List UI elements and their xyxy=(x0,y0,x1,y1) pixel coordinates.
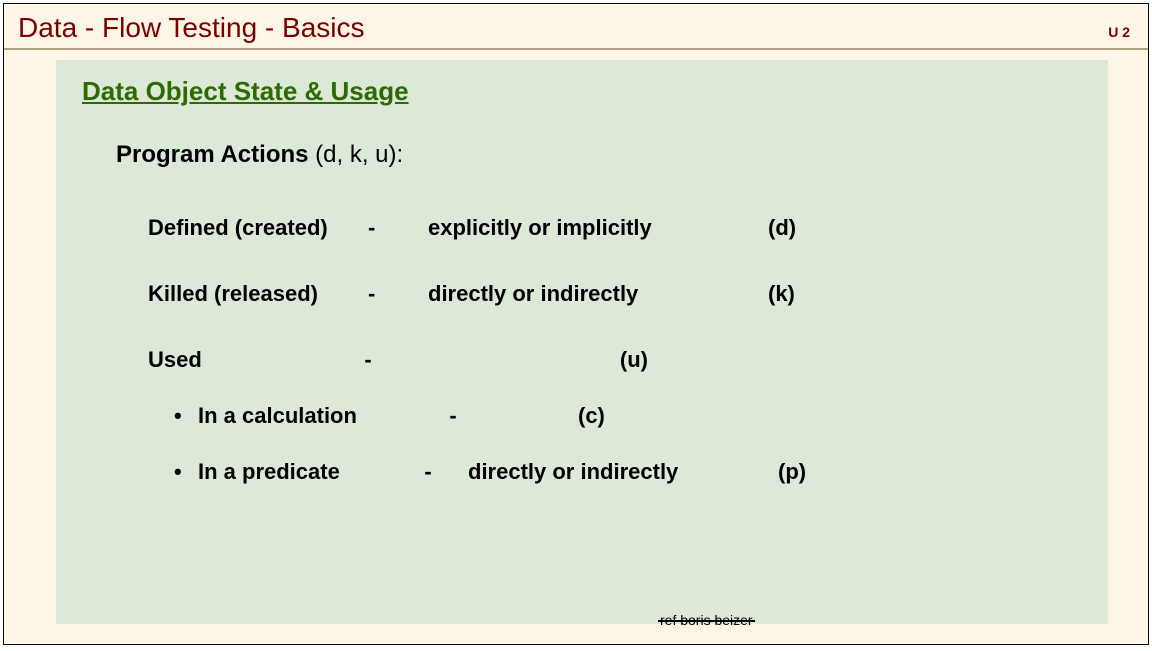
defined-expl: explicitly or implicitly xyxy=(428,215,768,241)
footer-reference: ref boris beizer xyxy=(660,612,753,628)
calc-label: In a calculation xyxy=(198,403,388,429)
dash: - xyxy=(248,347,488,373)
content-panel: Data Object State & Usage Program Action… xyxy=(56,60,1108,624)
section-subtitle: Data Object State & Usage xyxy=(82,76,1090,107)
row-used: Used - (u) xyxy=(148,347,1090,373)
dash: - xyxy=(388,403,518,429)
used-label: Used xyxy=(148,347,248,373)
killed-expl: directly or indirectly xyxy=(428,281,768,307)
unit-tag: U 2 xyxy=(1108,22,1134,40)
lead-label: Program Actions xyxy=(116,141,315,168)
lead-params: (d, k, u): xyxy=(315,141,403,168)
pred-label: In a predicate xyxy=(198,459,388,485)
slide: Data - Flow Testing - Basics U 2 Data Ob… xyxy=(3,3,1149,645)
footer-text: ref boris beizer xyxy=(660,612,753,628)
bullet-icon: • xyxy=(174,403,198,429)
actions-list: Defined (created) - explicitly or implic… xyxy=(148,215,1090,485)
dash: - xyxy=(388,459,468,485)
defined-label: Defined (created) xyxy=(148,215,368,241)
killed-label: Killed (released) xyxy=(148,281,368,307)
row-used-calc: • In a calculation - (c) xyxy=(174,403,1090,429)
program-actions-heading: Program Actions (d, k, u): xyxy=(116,141,1090,169)
slide-header: Data - Flow Testing - Basics U 2 xyxy=(4,4,1148,50)
pred-tag: (p) xyxy=(778,459,838,485)
row-killed: Killed (released) - directly or indirect… xyxy=(148,281,1090,307)
row-defined: Defined (created) - explicitly or implic… xyxy=(148,215,1090,241)
calc-tag: (c) xyxy=(578,403,605,429)
dash: - xyxy=(368,215,428,241)
defined-tag: (d) xyxy=(768,215,828,241)
used-tag: (u) xyxy=(488,347,648,373)
bullet-icon: • xyxy=(174,459,198,485)
slide-title: Data - Flow Testing - Basics xyxy=(18,12,365,44)
pred-expl: directly or indirectly xyxy=(468,459,778,485)
killed-tag: (k) xyxy=(768,281,828,307)
dash: - xyxy=(368,281,428,307)
row-used-pred: • In a predicate - directly or indirectl… xyxy=(174,459,1090,485)
